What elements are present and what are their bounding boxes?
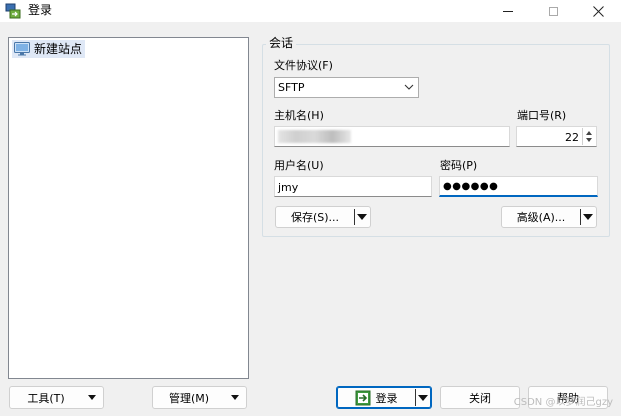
spin-down-icon[interactable] bbox=[586, 138, 592, 142]
advanced-button-label[interactable]: 高级(A)... bbox=[502, 207, 580, 227]
tools-dropdown[interactable] bbox=[81, 387, 103, 408]
watermark: CSDN @以梦润己gzy bbox=[513, 397, 613, 408]
caret-down-icon bbox=[417, 394, 428, 401]
tools-button[interactable]: 工具(T) bbox=[9, 386, 104, 409]
minimize-icon bbox=[503, 10, 513, 12]
caret-down-icon bbox=[582, 214, 593, 220]
password-label: 密码(P) bbox=[440, 159, 478, 172]
manage-dropdown[interactable] bbox=[224, 387, 246, 408]
username-input[interactable]: jmy bbox=[274, 176, 432, 197]
login-icon bbox=[355, 390, 370, 405]
login-button[interactable]: 登录 bbox=[336, 386, 432, 409]
close-button-label: 关闭 bbox=[469, 391, 491, 405]
tree-item-new-site[interactable]: 新建站点 bbox=[12, 40, 86, 58]
title-bar: 登录 bbox=[0, 0, 621, 22]
advanced-dropdown[interactable] bbox=[579, 207, 596, 227]
maximize-icon bbox=[548, 6, 558, 16]
save-button[interactable]: 保存(S)... bbox=[275, 206, 371, 228]
close-icon bbox=[592, 5, 604, 17]
winscp-login-icon bbox=[5, 3, 21, 19]
login-dropdown[interactable] bbox=[414, 387, 431, 408]
user-label: 用户名(U) bbox=[274, 159, 324, 172]
site-tree[interactable]: 新建站点 bbox=[8, 37, 249, 379]
protocol-select[interactable]: SFTP bbox=[274, 77, 419, 98]
port-label: 端口号(R) bbox=[517, 109, 567, 122]
tree-item-label: 新建站点 bbox=[34, 42, 83, 56]
protocol-value: SFTP bbox=[278, 81, 305, 94]
port-input[interactable]: 22 bbox=[516, 126, 597, 147]
port-spinner[interactable] bbox=[582, 128, 595, 145]
manage-button-label: 管理(M) bbox=[168, 391, 210, 405]
close-button[interactable]: 关闭 bbox=[440, 386, 520, 409]
chevron-down-icon bbox=[404, 84, 414, 90]
caret-down-icon bbox=[231, 395, 239, 400]
window-title: 登录 bbox=[28, 3, 53, 17]
tools-button-label: 工具(T) bbox=[27, 391, 65, 405]
password-input[interactable]: ●●●●●● bbox=[439, 176, 598, 197]
spin-up-icon[interactable] bbox=[586, 131, 592, 135]
password-value: ●●●●●● bbox=[443, 181, 499, 192]
monitor-site-icon bbox=[14, 42, 30, 56]
port-value: 22 bbox=[565, 131, 579, 144]
host-label: 主机名(H) bbox=[274, 109, 324, 122]
manage-button[interactable]: 管理(M) bbox=[152, 386, 247, 409]
caret-down-icon bbox=[88, 395, 96, 400]
close-window-button[interactable] bbox=[575, 0, 621, 22]
advanced-button[interactable]: 高级(A)... bbox=[501, 206, 597, 228]
caret-down-icon bbox=[356, 214, 367, 220]
maximize-button[interactable] bbox=[530, 0, 576, 22]
save-button-label[interactable]: 保存(S)... bbox=[276, 207, 354, 227]
host-input[interactable] bbox=[274, 126, 510, 147]
session-group-title: 会话 bbox=[266, 36, 297, 50]
login-button-label: 登录 bbox=[375, 391, 398, 405]
host-redacted-value bbox=[278, 130, 351, 143]
login-button-main[interactable]: 登录 bbox=[337, 387, 415, 408]
username-value: jmy bbox=[278, 181, 299, 194]
save-dropdown[interactable] bbox=[353, 207, 370, 227]
minimize-button[interactable] bbox=[485, 0, 531, 22]
protocol-label: 文件协议(F) bbox=[274, 59, 333, 72]
